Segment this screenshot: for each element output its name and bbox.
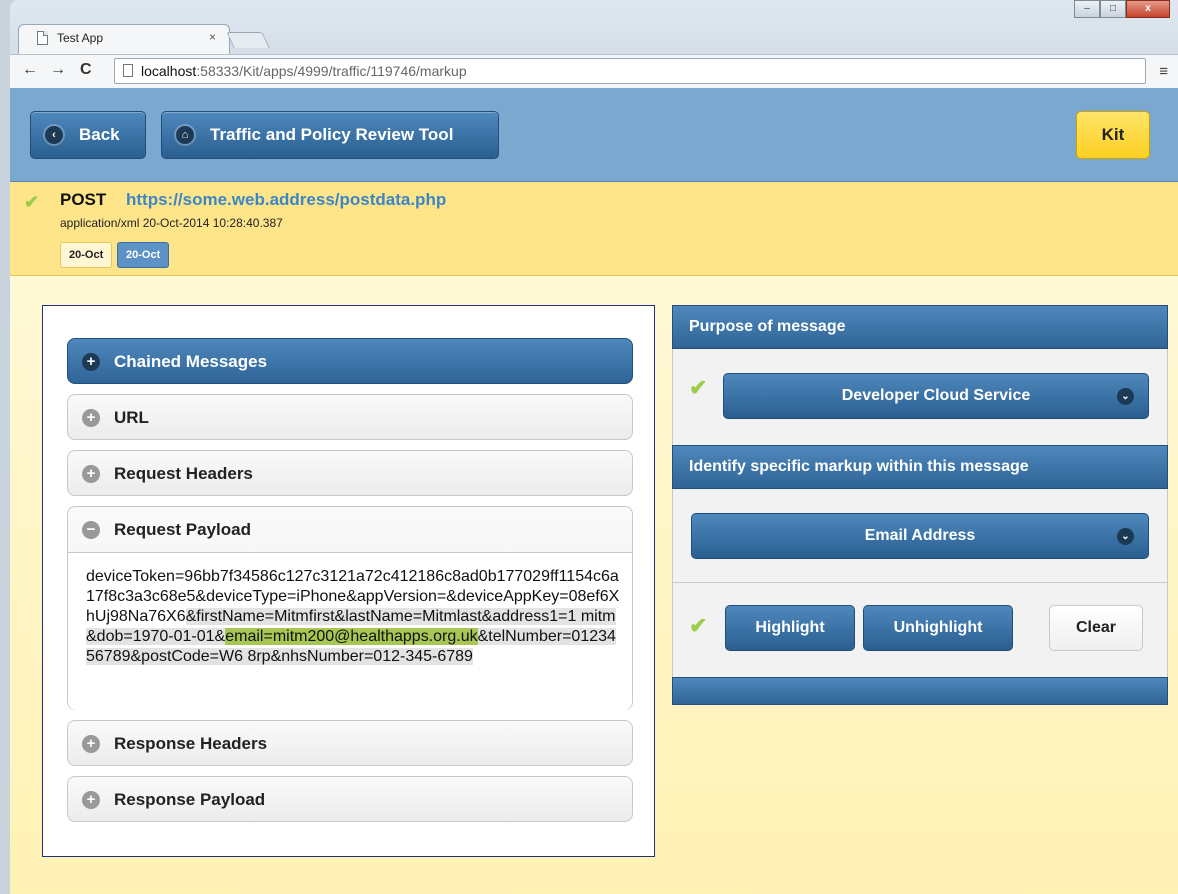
accordion-label: Request Payload [114, 520, 251, 539]
back-arrow-icon[interactable]: ← [22, 61, 38, 79]
accordion-response-headers[interactable]: + Response Headers [67, 720, 633, 766]
request-payload-body: deviceToken=96bb7f34586c127c3121a72c4121… [68, 553, 632, 710]
accordion-request-headers[interactable]: + Request Headers [67, 450, 633, 496]
markup-select[interactable]: Email Address ⌄ [691, 513, 1149, 559]
message-meta: application/xml 20-Oct-2014 10:28:40.387 [60, 216, 283, 230]
check-icon: ✔ [24, 192, 40, 212]
plus-icon: + [82, 735, 100, 753]
traffic-tool-button[interactable]: ⌂ Traffic and Policy Review Tool [161, 111, 499, 159]
payload-text[interactable]: deviceToken=96bb7f34586c127c3121a72c4121… [86, 567, 620, 667]
browser-menu-icon[interactable]: ≡ [1159, 63, 1168, 80]
check-icon: ✔ [689, 613, 708, 638]
new-tab-button[interactable] [226, 32, 270, 48]
accordion-request-payload-header[interactable]: − Request Payload [68, 507, 632, 553]
purpose-title: Purpose of message [672, 305, 1168, 349]
accordion-label: URL [114, 408, 149, 427]
back-button[interactable]: ‹ Back [30, 111, 146, 159]
markup-title: Identify specific markup within this mes… [672, 445, 1168, 489]
minus-icon: − [82, 521, 100, 539]
page-icon [37, 31, 48, 45]
unhighlight-button[interactable]: Unhighlight [863, 605, 1013, 651]
plus-icon: + [82, 465, 100, 483]
back-label: Back [79, 125, 120, 144]
forward-arrow-icon[interactable]: → [50, 61, 66, 79]
close-window-button[interactable]: x [1126, 0, 1170, 18]
maximize-button[interactable]: □ [1100, 0, 1126, 18]
purpose-panel: Purpose of message ✔ Developer Cloud Ser… [672, 305, 1168, 445]
browser-tab[interactable]: Test App × [18, 24, 230, 54]
markup-actions: ✔ Highlight Unhighlight Clear [672, 583, 1168, 677]
page-icon [123, 64, 133, 77]
address-path: :58333/Kit/apps/4999/traffic/119746/mark… [196, 63, 467, 79]
accordion-response-payload[interactable]: + Response Payload [67, 776, 633, 822]
address-host: localhost [141, 63, 197, 79]
browser-toolbar: ← → C localhost:58333/Kit/apps/4999/traf… [10, 54, 1178, 88]
panel-footer-bar [672, 677, 1168, 705]
address-bar[interactable]: localhost:58333/Kit/apps/4999/traffic/11… [114, 58, 1146, 84]
plus-icon: + [82, 409, 100, 427]
markup-panel: Identify specific markup within this mes… [672, 445, 1168, 705]
chevron-down-icon: ⌄ [1117, 388, 1134, 405]
clear-button[interactable]: Clear [1049, 605, 1143, 651]
address-text: localhost:58333/Kit/apps/4999/traffic/11… [141, 63, 467, 79]
markup-select-value: Email Address [864, 527, 976, 544]
date-tag[interactable]: 20-Oct [60, 242, 113, 268]
accordion-request-payload: − Request Payload deviceToken=96bb7f3458… [67, 506, 633, 710]
tab-close-icon[interactable]: × [209, 30, 216, 44]
home-icon: ⌂ [176, 126, 194, 144]
chevron-left-icon: ‹ [45, 126, 63, 144]
browser-window: Test App × – □ x ← → C localhost:58333/K… [10, 0, 1178, 88]
purpose-select[interactable]: Developer Cloud Service ⌄ [723, 373, 1149, 419]
purpose-select-value: Developer Cloud Service [841, 387, 1031, 404]
accordion-label: Response Payload [114, 790, 266, 809]
message-bar: ✔ POST https://some.web.address/postdata… [10, 182, 1178, 276]
http-method: POST [60, 190, 107, 209]
accordion-label: Request Headers [114, 464, 253, 483]
tool-label: Traffic and Policy Review Tool [210, 125, 454, 144]
accordion-chained-messages[interactable]: + Chained Messages [67, 338, 633, 384]
minimize-button[interactable]: – [1074, 0, 1100, 18]
plus-icon: + [82, 353, 100, 371]
accordion-url[interactable]: + URL [67, 394, 633, 440]
check-icon: ✔ [689, 375, 708, 400]
chevron-down-icon: ⌄ [1117, 528, 1134, 545]
markup-select-body: Email Address ⌄ [672, 489, 1168, 583]
message-url[interactable]: https://some.web.address/postdata.php [126, 190, 446, 210]
purpose-body: ✔ Developer Cloud Service ⌄ [672, 349, 1168, 445]
app-header: ‹ Back ⌂ Traffic and Policy Review Tool … [10, 88, 1178, 182]
accordion-label: Response Headers [114, 734, 268, 753]
plus-icon: + [82, 791, 100, 809]
highlight-button[interactable]: Highlight [725, 605, 855, 651]
message-details-panel: + Chained Messages + URL + Request Heade… [42, 305, 655, 857]
app-page: ‹ Back ⌂ Traffic and Policy Review Tool … [10, 88, 1178, 894]
payload-email-highlight: email=mitm200@healthapps.org.uk [225, 628, 478, 645]
reload-icon[interactable]: C [80, 61, 92, 79]
tab-title: Test App [57, 31, 104, 45]
kit-button[interactable]: Kit [1076, 111, 1150, 159]
window-controls: – □ x [1074, 0, 1170, 18]
accordion-label: Chained Messages [114, 352, 268, 371]
date-tag-selected[interactable]: 20-Oct [117, 242, 170, 268]
